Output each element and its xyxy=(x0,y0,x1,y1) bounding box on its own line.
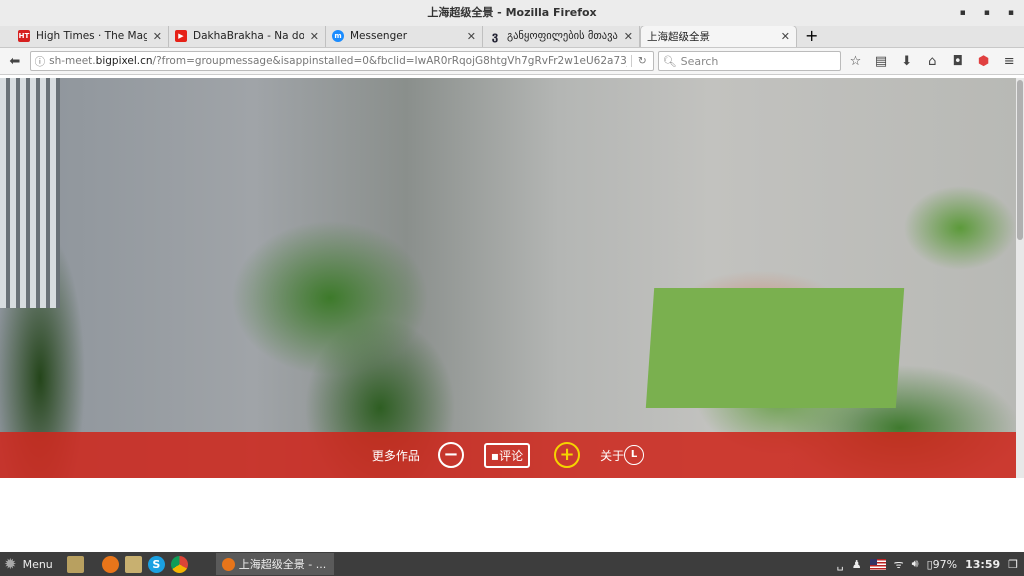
search-icon: 🔍︎ xyxy=(662,54,677,68)
close-tab-icon[interactable]: ✕ xyxy=(153,30,162,43)
zoom-out-icon[interactable]: − xyxy=(437,442,464,468)
panorama-view[interactable] xyxy=(0,78,1016,478)
close-tab-icon[interactable]: ✕ xyxy=(467,30,476,43)
scrollbar-thumb[interactable] xyxy=(1017,80,1023,240)
menu-button[interactable]: Menu xyxy=(23,558,53,571)
task-label: 上海超级全景 - ... xyxy=(238,558,327,571)
close-button[interactable]: ▪ xyxy=(1008,0,1014,26)
firefox-icon xyxy=(221,557,235,571)
tab-dakhabrakha[interactable]: ▶ DakhaBrakha - Na dobr... ✕ xyxy=(169,25,326,47)
download-icon[interactable]: ⬇ xyxy=(896,54,918,69)
firefox-icon[interactable] xyxy=(101,555,119,573)
url-domain: bigpixel.cn xyxy=(95,55,153,67)
reading-list-icon[interactable]: ▤ xyxy=(870,54,892,69)
show-desktop-icon[interactable]: ❐ xyxy=(1008,558,1018,571)
comment-button[interactable]: ▪评论 xyxy=(483,442,531,468)
folder-icon[interactable] xyxy=(124,555,142,573)
tab-strip: HT High Times · The Maga... ✕ ▶ DakhaBrakha… xyxy=(0,25,1024,48)
comment-label: 评论 xyxy=(499,448,524,463)
bookmark-star-icon[interactable]: ☆ xyxy=(845,54,867,69)
vertical-scrollbar[interactable] xyxy=(1016,78,1024,478)
tab-label: 上海超级全景 xyxy=(647,31,710,43)
hightimes-favicon-icon: HT xyxy=(18,30,30,42)
taskbar-firefox-window[interactable]: 上海超级全景 - ... xyxy=(215,553,334,575)
skype-icon[interactable]: S xyxy=(147,555,165,573)
flag-canton xyxy=(869,558,877,565)
reload-icon[interactable]: ↻ xyxy=(630,55,653,67)
page-content: 更多作品 − ▪评论 + 关于 L xyxy=(0,78,1024,552)
youtube-favicon-icon: ▶ xyxy=(175,30,187,42)
window-titlebar: 上海超级全景 - Mozilla Firefox ▪ ▪ ▪ xyxy=(0,0,1024,26)
georgian-favicon-icon: ვ xyxy=(491,29,499,43)
ublock-shield-icon[interactable]: ⬢ xyxy=(973,54,995,69)
volume-icon[interactable]: 🔊︎ xyxy=(912,557,919,571)
info-icon[interactable]: ⓘ xyxy=(35,54,46,69)
us-flag-icon[interactable] xyxy=(869,558,886,570)
battery-status[interactable]: ▯97% xyxy=(927,558,958,571)
home-icon[interactable]: ⌂ xyxy=(921,54,943,69)
url-rest: /?from=groupmessage&isappinstalled=0&fbc… xyxy=(152,55,627,67)
about-link[interactable]: 关于 xyxy=(600,447,624,464)
building xyxy=(0,78,60,308)
tab-label: განყოფილების მთავარ... xyxy=(507,30,618,42)
tab-shanghai-panorama[interactable]: 上海超级全景 ✕ xyxy=(640,25,797,47)
search-placeholder: Search xyxy=(680,54,719,68)
tab-label: Messenger xyxy=(350,30,408,42)
tab-label: DakhaBrakha - Na dobr... xyxy=(193,30,304,42)
navigation-toolbar: ⬅ ⓘ sh-meet.bigpixel.cn/?from=groupmessa… xyxy=(0,48,1024,75)
search-input[interactable]: 🔍︎ Search xyxy=(657,51,841,71)
maximize-button[interactable]: ▪ xyxy=(984,0,990,26)
user-icon[interactable]: ♟ xyxy=(852,558,862,571)
menu-gear-icon[interactable]: ✹ xyxy=(4,555,17,573)
wifi-icon[interactable]: ᯤ xyxy=(894,557,904,572)
zoom-in-icon[interactable]: + xyxy=(554,442,581,468)
system-tray: ␣ ♟ ᯤ 🔊︎ ▯97% 13:59 ❐ xyxy=(837,557,1024,572)
more-works-link[interactable]: 更多作品 xyxy=(372,447,420,464)
file-manager-icon[interactable] xyxy=(66,555,84,573)
comment-icon: ▪ xyxy=(490,448,500,463)
battery-percent: 97% xyxy=(932,557,958,571)
pocket-icon[interactable]: ◘ xyxy=(947,54,969,69)
url-text: sh-meet.bigpixel.cn/?from=groupmessage&i… xyxy=(49,55,627,67)
taskbar: ✹ Menu S 上海超级全景 - ... ␣ ♟ ᯤ 🔊︎ ▯97% 13:5… xyxy=(0,552,1024,576)
keyboard-icon[interactable]: ␣ xyxy=(837,558,844,571)
close-tab-icon[interactable]: ✕ xyxy=(310,30,319,43)
close-tab-icon[interactable]: ✕ xyxy=(624,30,633,43)
tab-high-times[interactable]: HT High Times · The Maga... ✕ xyxy=(12,25,169,47)
window-title: 上海超级全景 - Mozilla Firefox xyxy=(427,6,597,19)
tab-label: High Times · The Maga... xyxy=(36,30,147,42)
tab-messenger[interactable]: m Messenger ✕ xyxy=(326,25,483,47)
lawn xyxy=(645,288,905,408)
clock[interactable]: 13:59 xyxy=(965,558,1000,571)
about-logo-icon[interactable]: L xyxy=(624,445,645,465)
url-prefix: sh-meet. xyxy=(49,55,96,67)
tab-georgian[interactable]: ვ განყოფილების მთავარ... ✕ xyxy=(483,25,640,47)
close-tab-icon[interactable]: ✕ xyxy=(781,30,790,43)
hamburger-menu-icon[interactable]: ≡ xyxy=(998,54,1020,69)
new-tab-button[interactable]: + xyxy=(797,25,826,47)
back-icon[interactable]: ⬅ xyxy=(4,54,26,69)
url-bar[interactable]: ⓘ sh-meet.bigpixel.cn/?from=groupmessage… xyxy=(29,51,654,71)
messenger-favicon-icon: m xyxy=(332,30,344,42)
minimize-button[interactable]: ▪ xyxy=(960,0,966,26)
panorama-control-bar: 更多作品 − ▪评论 + 关于 L xyxy=(0,432,1016,478)
chrome-icon[interactable] xyxy=(170,555,188,573)
